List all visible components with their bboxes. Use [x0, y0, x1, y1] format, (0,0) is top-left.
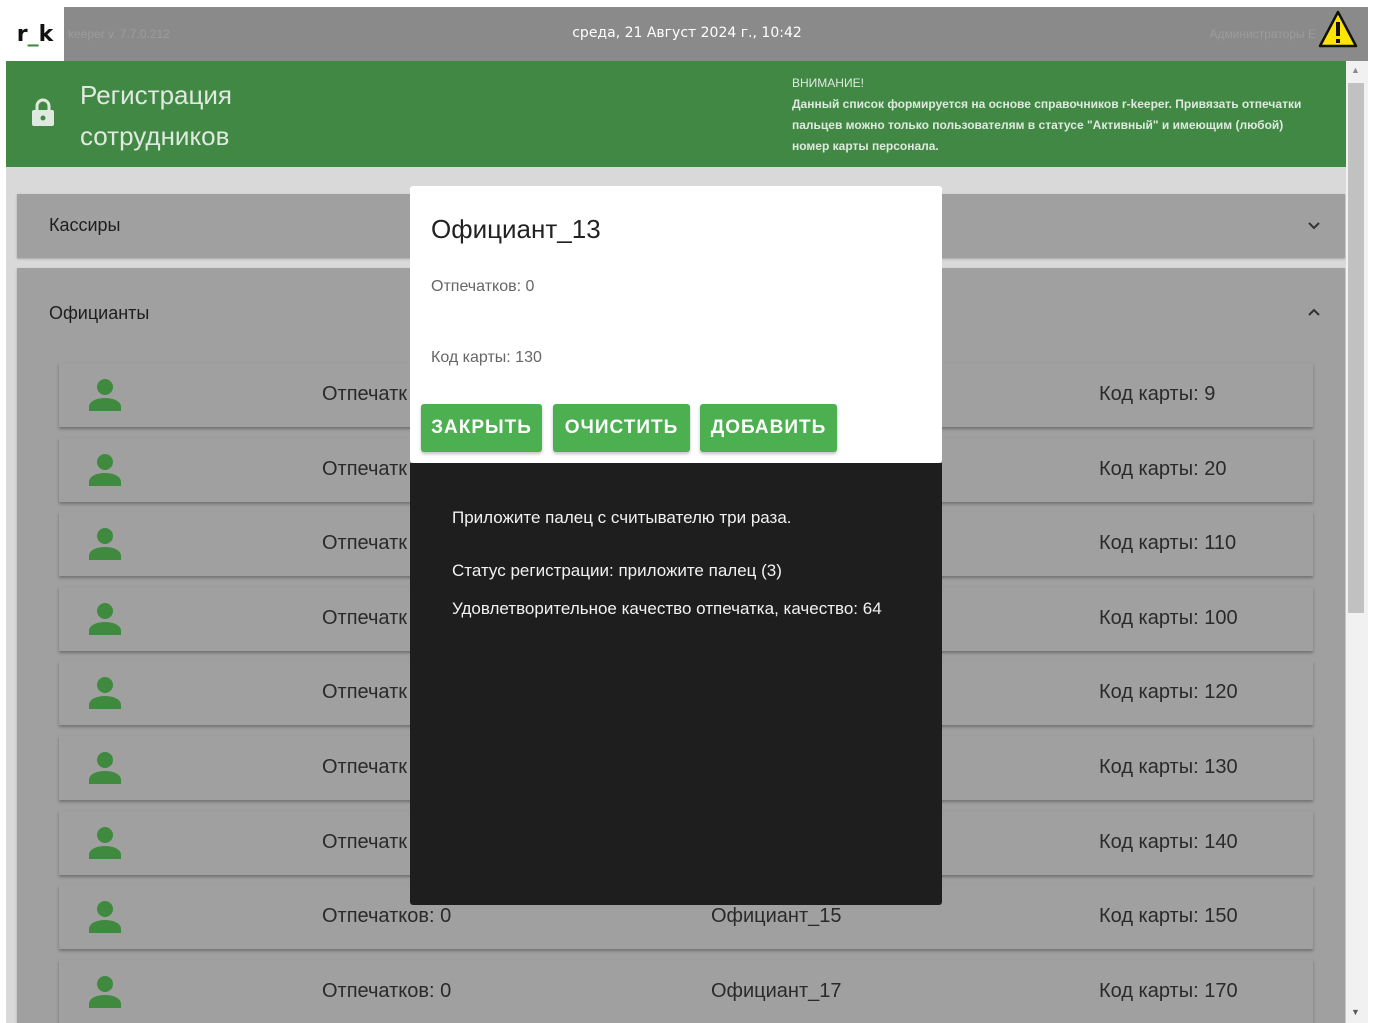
- employee-card-code: Код карты: 9: [1099, 383, 1216, 405]
- person-icon: [89, 603, 121, 635]
- warning-notice: ВНИМАНИЕ! Данный список формируется на о…: [792, 73, 1322, 157]
- employee-prints: Отпечатк: [322, 831, 408, 853]
- vertical-scrollbar[interactable]: ▲ ▼: [1346, 61, 1368, 1023]
- employee-row[interactable]: Отпечатков: 0 Официант_17 Код карты: 170: [59, 960, 1313, 1023]
- scroll-thumb[interactable]: [1348, 83, 1364, 613]
- employee-prints: Отпечатков: 0: [322, 905, 452, 927]
- datetime-label: среда, 21 Август 2024 г., 10:42: [572, 25, 802, 41]
- chevron-down-icon[interactable]: [1307, 219, 1321, 233]
- employee-card-code: Код карты: 110: [1099, 532, 1237, 554]
- page-header: Регистрация сотрудников ВНИМАНИЕ! Данный…: [6, 61, 1346, 167]
- employee-card-code: Код карты: 170: [1099, 980, 1238, 1002]
- top-bar: r _ k keeper v. 7.7.0.212 среда, 21 Август…: [6, 7, 1368, 61]
- clear-button[interactable]: ОЧИСТИТЬ: [553, 404, 690, 452]
- person-icon: [89, 976, 121, 1008]
- registration-status-console: Приложите палец с считывателю три раза. …: [410, 463, 942, 905]
- employee-card-code: Код карты: 120: [1099, 681, 1238, 703]
- group-title-cashiers: Кассиры: [49, 215, 121, 235]
- employee-prints: Отпечатк: [322, 681, 408, 703]
- person-icon: [89, 454, 121, 486]
- lock-icon: [32, 98, 54, 126]
- dialog-card-code: Код карты: 130: [431, 349, 542, 366]
- employee-name: Официант_17: [711, 980, 842, 1002]
- employee-name: Официант_15: [711, 905, 842, 927]
- person-icon: [89, 752, 121, 784]
- employee-prints: Отпечатк: [322, 756, 408, 778]
- console-instruction: Приложите палец с считывателю три раза.: [452, 508, 792, 527]
- employee-prints: Отпечатк: [322, 532, 408, 554]
- console-quality: Удовлетворительное качество отпечатка, к…: [452, 599, 882, 618]
- employee-prints: Отпечатк: [322, 607, 408, 629]
- console-status: Статус регистрации: приложите палец (3): [452, 561, 782, 580]
- warning-triangle-icon[interactable]: [1318, 9, 1358, 49]
- person-icon: [89, 901, 121, 933]
- chevron-up-icon[interactable]: [1307, 305, 1321, 319]
- employee-card-code: Код карты: 150: [1099, 905, 1238, 927]
- employee-prints: Отпечатков: 0: [322, 980, 452, 1002]
- person-icon: [89, 379, 121, 411]
- employee-card-code: Код карты: 100: [1099, 607, 1238, 629]
- employee-prints: Отпечатк: [322, 383, 408, 405]
- person-icon: [89, 827, 121, 859]
- dialog-prints-count: Отпечатков: 0: [431, 278, 535, 295]
- add-button[interactable]: ДОБАВИТЬ: [700, 404, 837, 452]
- user-group-label: Администраторы Е: [1209, 27, 1316, 41]
- scroll-down-arrow-icon[interactable]: ▼: [1351, 1007, 1360, 1017]
- employee-card-code: Код карты: 140: [1099, 831, 1238, 853]
- page-title-line1: Регистрация: [80, 80, 232, 110]
- employee-card-code: Код карты: 20: [1099, 458, 1227, 480]
- warning-text: Данный список формируется на основе спра…: [792, 97, 1302, 153]
- person-icon: [89, 528, 121, 560]
- scroll-up-arrow-icon[interactable]: ▲: [1351, 65, 1360, 75]
- close-button[interactable]: ЗАКРЫТЬ: [421, 404, 542, 452]
- page-title: Регистрация сотрудников: [80, 75, 232, 157]
- page-title-line2: сотрудников: [80, 121, 230, 151]
- employee-dialog: Официант_13 Отпечатков: 0 Код карты: 130…: [410, 186, 942, 463]
- employee-prints: Отпечатк: [322, 458, 408, 480]
- dialog-title: Официант_13: [431, 214, 601, 244]
- person-icon: [89, 677, 121, 709]
- group-title-waiters: Официанты: [49, 303, 150, 323]
- employee-card-code: Код карты: 130: [1099, 756, 1238, 778]
